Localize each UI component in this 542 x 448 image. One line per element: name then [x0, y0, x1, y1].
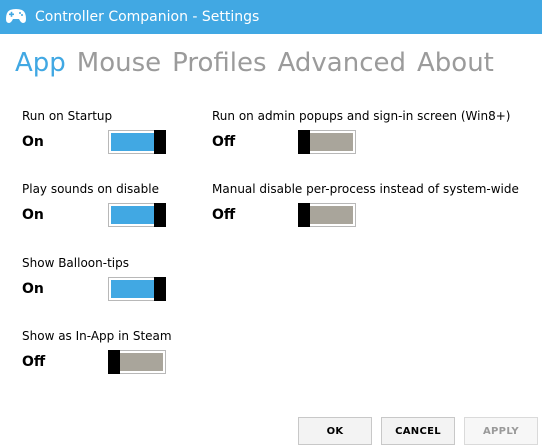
toggle-thumb[interactable] — [154, 277, 166, 301]
setting-run-on-startup: Run on Startup On — [22, 108, 182, 156]
gamepad-icon — [6, 9, 26, 23]
in-app-steam-toggle[interactable] — [108, 350, 166, 374]
setting-in-app-steam: Show as In-App in Steam Off — [22, 328, 192, 376]
play-sounds-toggle[interactable] — [108, 203, 166, 227]
toggle-thumb[interactable] — [298, 130, 310, 154]
setting-label: Show as In-App in Steam — [22, 329, 172, 343]
title-bar: Controller Companion - Settings — [0, 0, 542, 34]
setting-state: Off — [212, 207, 236, 223]
setting-state: On — [22, 134, 44, 150]
tab-profiles[interactable]: Profiles — [172, 46, 266, 82]
setting-label: Manual disable per-process instead of sy… — [212, 182, 519, 196]
setting-state: On — [22, 281, 44, 297]
setting-label: Play sounds on disable — [22, 182, 159, 196]
tab-about[interactable]: About — [417, 46, 494, 82]
manual-disable-toggle[interactable] — [298, 203, 356, 227]
toggle-thumb[interactable] — [108, 350, 120, 374]
setting-label: Run on Startup — [22, 109, 113, 123]
setting-label: Show Balloon-tips — [22, 256, 129, 270]
setting-state: Off — [22, 354, 46, 370]
setting-admin-popups: Run on admin popups and sign-in screen (… — [212, 108, 534, 156]
tab-advanced[interactable]: Advanced — [278, 46, 406, 82]
setting-label: Run on admin popups and sign-in screen (… — [212, 109, 511, 123]
toggle-thumb[interactable] — [154, 203, 166, 227]
apply-button[interactable]: APPLY — [464, 417, 538, 445]
tab-app[interactable]: App — [15, 46, 66, 82]
setting-state: Off — [212, 134, 236, 150]
run-on-startup-toggle[interactable] — [108, 130, 166, 154]
toggle-thumb[interactable] — [298, 203, 310, 227]
balloon-tips-toggle[interactable] — [108, 277, 166, 301]
tab-mouse[interactable]: Mouse — [77, 46, 161, 82]
setting-play-sounds: Play sounds on disable On — [22, 181, 182, 229]
setting-balloon-tips: Show Balloon-tips On — [22, 255, 182, 303]
ok-button[interactable]: OK — [298, 417, 372, 445]
window-title: Controller Companion - Settings — [35, 9, 260, 25]
setting-state: On — [22, 207, 44, 223]
settings-tabs: App Mouse Profiles Advanced About — [15, 46, 494, 82]
setting-manual-disable: Manual disable per-process instead of sy… — [212, 181, 534, 229]
admin-popups-toggle[interactable] — [298, 130, 356, 154]
cancel-button[interactable]: CANCEL — [381, 417, 455, 445]
toggle-thumb[interactable] — [154, 130, 166, 154]
